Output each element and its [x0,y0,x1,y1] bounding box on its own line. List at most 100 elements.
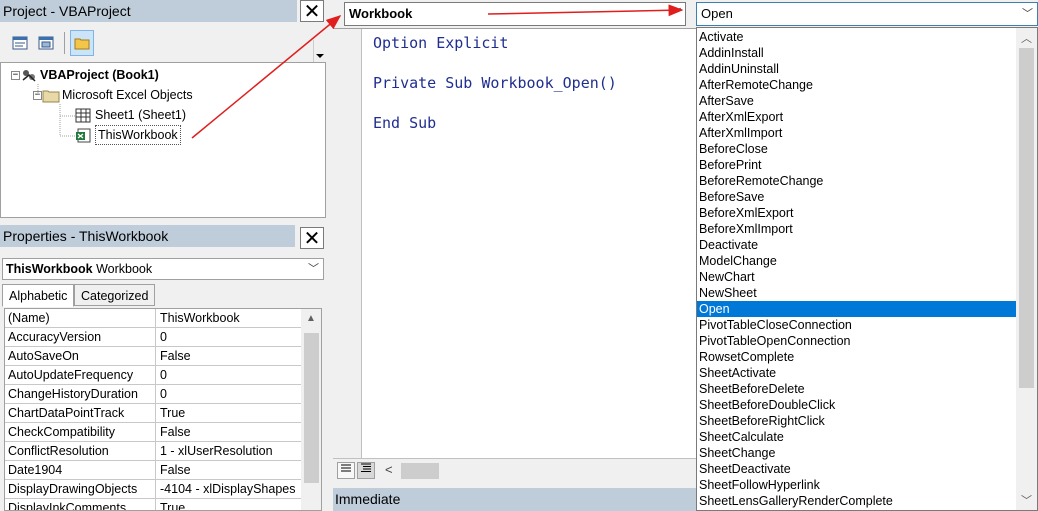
property-row[interactable]: AccuracyVersion 0 [5,328,301,347]
chevron-down-icon: ﹀ [1022,8,1033,20]
procedure-option[interactable]: SheetBeforeDoubleClick [697,397,1017,413]
procedure-option[interactable]: BeforeClose [697,141,1017,157]
procedure-option[interactable]: Activate [697,29,1017,45]
property-value[interactable]: False [157,423,301,441]
procedure-select-value: Open [701,6,733,21]
tab-alphabetic[interactable]: Alphabetic [2,284,75,307]
properties-object-type: Workbook [96,262,153,276]
toggle-folders-button[interactable] [70,30,94,56]
procedure-option[interactable]: SheetLensGalleryRenderComplete [697,493,1017,509]
chevron-down-icon: ﹀ [308,263,319,275]
tree-lines [37,84,75,137]
close-icon: ✕ [303,226,321,250]
dropdown-scrollbar[interactable]: ︿ ﹀ [1016,28,1037,510]
property-value[interactable]: True [157,404,301,422]
property-row[interactable]: ChangeHistoryDuration 0 [5,385,301,404]
procedure-option[interactable]: NewSheet [697,285,1017,301]
property-name: DisplayInkComments [5,499,156,510]
procedure-option[interactable]: BeforeSave [697,189,1017,205]
procedure-option[interactable]: BeforeXmlExport [697,205,1017,221]
property-value[interactable]: ThisWorkbook [157,309,301,327]
property-row[interactable]: (Name) ThisWorkbook [5,309,301,328]
property-row[interactable]: DisplayDrawingObjects -4104 - xlDisplaySh… [5,480,301,499]
procedure-option[interactable]: AfterRemoteChange [697,77,1017,93]
procedure-option[interactable]: ModelChange [697,253,1017,269]
procedure-option[interactable]: PivotTableCloseConnection [697,317,1017,333]
procedure-view-icon [341,464,351,472]
property-value[interactable]: False [157,461,301,479]
procedure-option[interactable]: BeforeRemoteChange [697,173,1017,189]
properties-scrollbar[interactable]: ▲ [301,309,321,510]
property-value[interactable]: 0 [157,385,301,403]
horizontal-scroll-thumb[interactable] [401,463,439,479]
dropdown-scroll-thumb[interactable] [1019,48,1034,388]
code-margin [333,29,362,459]
property-row[interactable]: ConflictResolution 1 - xlUserResolution [5,442,301,461]
property-value[interactable]: 1 - xlUserResolution [157,442,301,460]
chevron-down-icon[interactable]: ﹀ [1021,492,1032,508]
procedure-dropdown-list[interactable]: Activate AddinInstall AddinUninstall AfterR… [696,27,1038,511]
procedure-select[interactable]: Open ﹀ [696,2,1038,26]
property-row[interactable]: DisplayInkComments True [5,499,301,510]
procedure-option[interactable]: AfterXmlExport [697,109,1017,125]
procedure-option[interactable]: RowsetComplete [697,349,1017,365]
procedure-view-button[interactable] [337,462,355,479]
code-line-3: End Sub [373,114,437,132]
project-close-button[interactable]: ✕ [300,0,324,22]
chevron-up-icon[interactable]: ︿ [1021,30,1032,46]
properties-close-button[interactable]: ✕ [300,227,324,249]
procedure-option[interactable]: SheetActivate [697,365,1017,381]
property-value[interactable]: False [157,347,301,365]
property-name: AutoSaveOn [5,347,156,365]
property-row[interactable]: CheckCompatibility False [5,423,301,442]
project-scrollbar[interactable] [313,40,326,62]
property-row[interactable]: AutoSaveOn False [5,347,301,366]
procedure-option[interactable]: Deactivate [697,237,1017,253]
property-row[interactable]: Date1904 False [5,461,301,480]
procedure-option[interactable]: AfterXmlImport [697,125,1017,141]
procedure-option[interactable]: Open [697,301,1017,317]
full-module-view-button[interactable] [357,462,375,479]
procedure-option[interactable]: SheetDeactivate [697,461,1017,477]
object-select[interactable]: Workbook ﹀ [344,2,686,26]
left-panels: Project - VBAProject ✕ − VBAProject (Boo… [0,0,327,511]
properties-object-name: ThisWorkbook [6,262,93,276]
project-toolbar [0,26,327,62]
scroll-left-icon[interactable]: < [385,462,393,477]
property-value[interactable]: 0 [157,328,301,346]
full-module-view-icon [361,463,371,472]
procedure-option[interactable]: AfterSave [697,93,1017,109]
property-name: AutoUpdateFrequency [5,366,156,384]
procedure-option[interactable]: SheetBeforeRightClick [697,413,1017,429]
procedure-option[interactable]: BeforePrint [697,157,1017,173]
code-line-2: Private Sub Workbook_Open() [373,74,617,92]
scroll-thumb[interactable] [304,333,319,483]
view-object-button[interactable] [34,30,58,56]
procedure-option[interactable]: SheetChange [697,445,1017,461]
procedure-option[interactable]: AddinUninstall [697,61,1017,77]
procedure-option[interactable]: NewChart [697,269,1017,285]
property-value[interactable]: -4104 - xlDisplayShapes [157,480,301,498]
property-name: ChangeHistoryDuration [5,385,156,403]
procedure-option[interactable]: BeforeXmlImport [697,221,1017,237]
properties-object-select[interactable]: ThisWorkbook Workbook ﹀ [2,258,324,280]
property-row[interactable]: ChartDataPointTrack True [5,404,301,423]
close-icon: ✕ [303,0,321,23]
property-name: Date1904 [5,461,156,479]
procedure-option[interactable]: AddinInstall [697,45,1017,61]
procedure-option[interactable]: SheetFollowHyperlink [697,477,1017,493]
properties-pane-title: Properties - ThisWorkbook [0,225,295,247]
property-value[interactable]: 0 [157,366,301,384]
procedure-option[interactable]: SheetBeforeDelete [697,381,1017,397]
scroll-up-icon[interactable]: ▲ [306,313,316,324]
object-select-value: Workbook [349,6,413,21]
view-code-button[interactable] [8,30,32,56]
property-name: CheckCompatibility [5,423,156,441]
property-value[interactable]: True [157,499,301,510]
properties-grid: (Name) ThisWorkbook AccuracyVersion 0 AutoSa… [4,308,322,511]
procedure-option[interactable]: PivotTableOpenConnection [697,333,1017,349]
tab-categorized[interactable]: Categorized [74,284,156,306]
procedure-option[interactable]: SheetCalculate [697,429,1017,445]
property-row[interactable]: AutoUpdateFrequency 0 [5,366,301,385]
property-name: AccuracyVersion [5,328,156,346]
